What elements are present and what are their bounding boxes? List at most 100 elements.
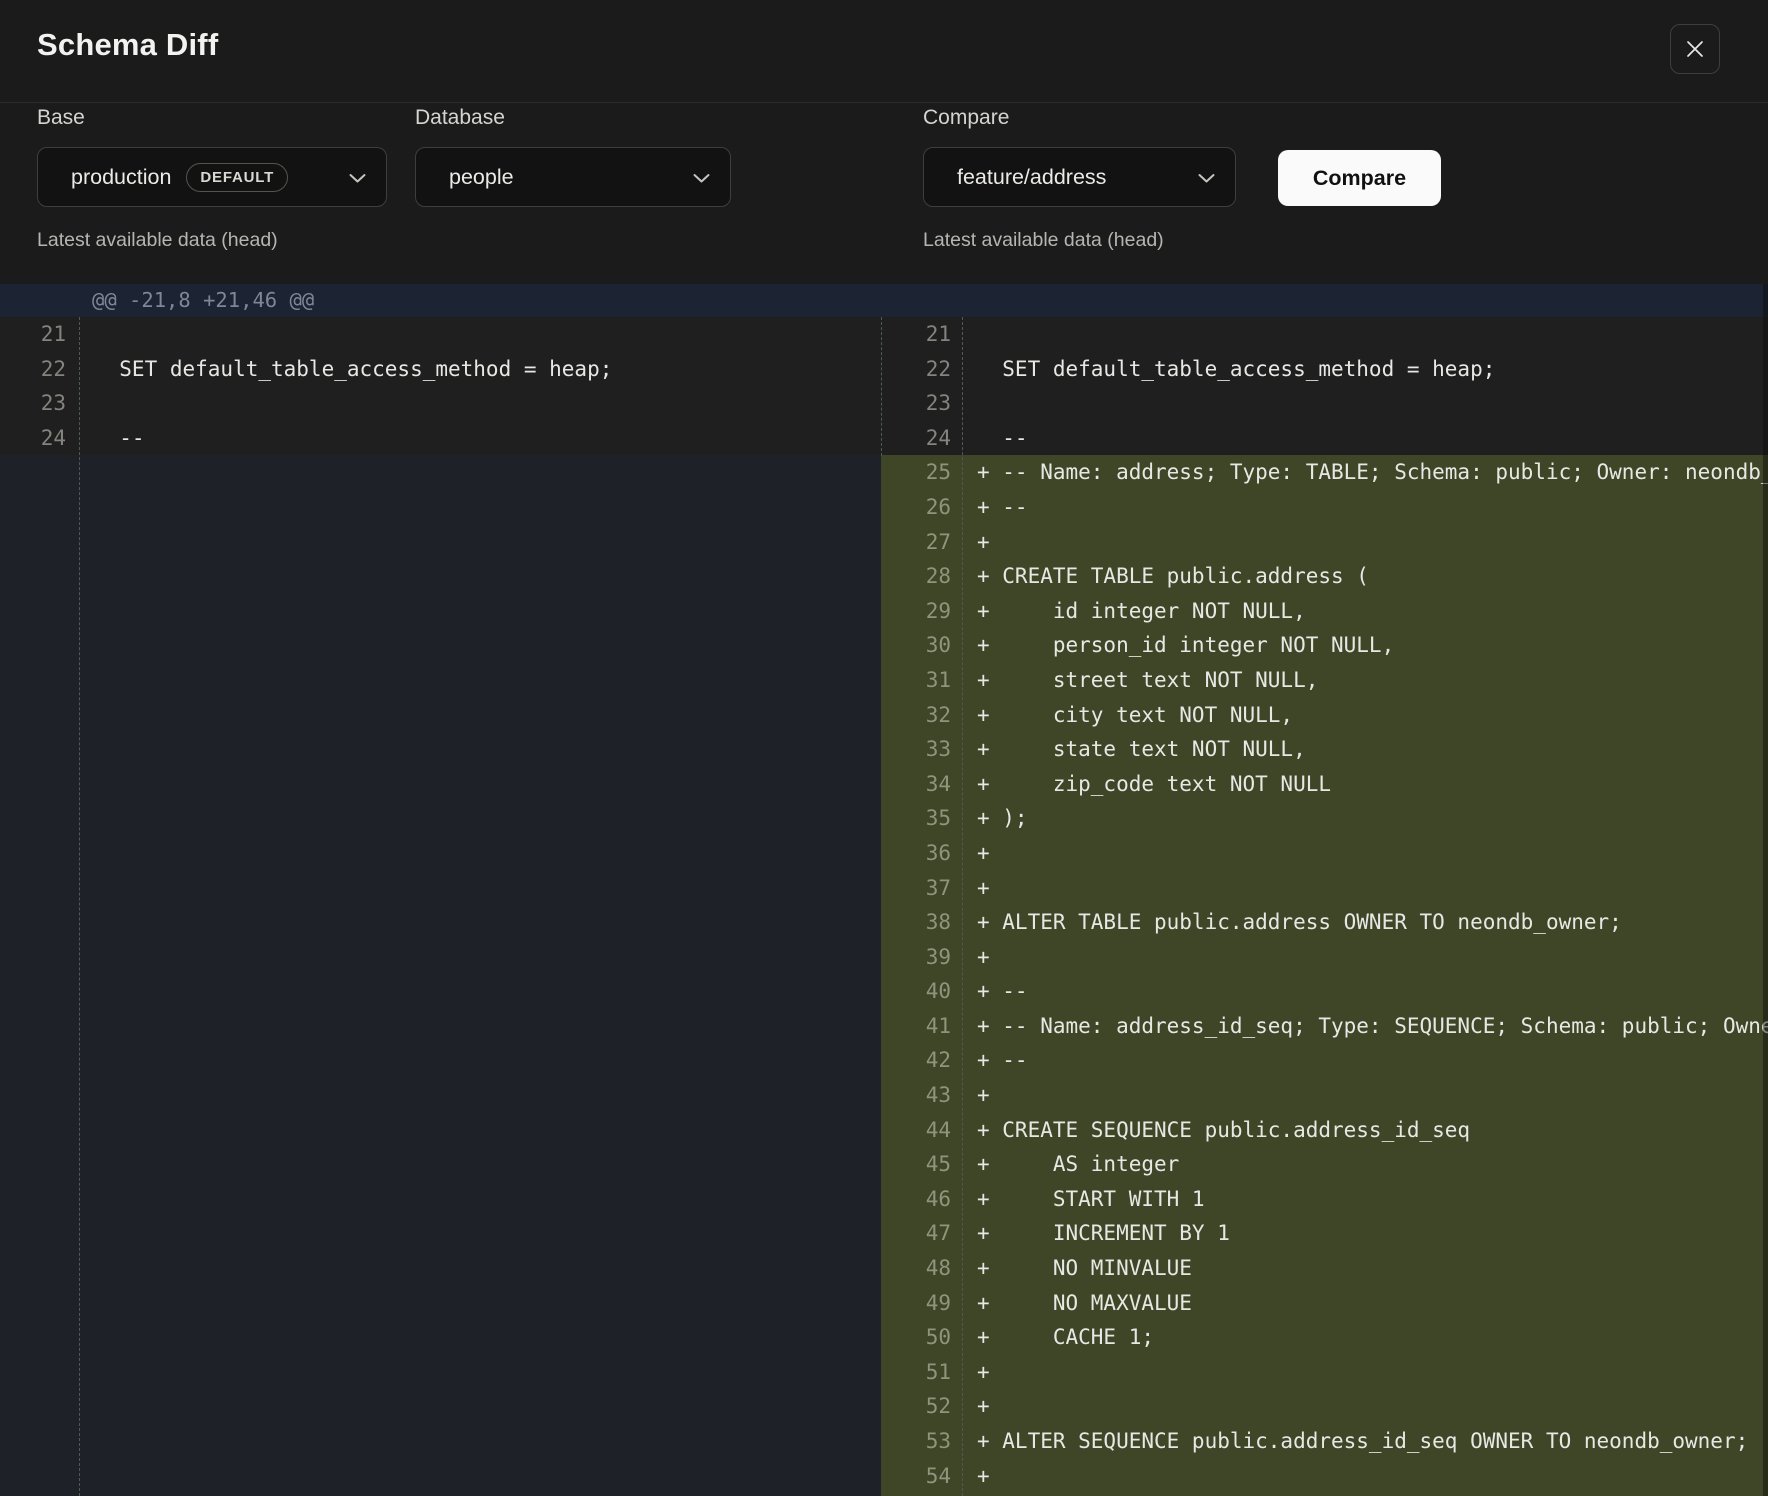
diff-row: 46+ START WITH 1	[881, 1182, 1768, 1217]
code-line: + AS integer	[962, 1147, 1768, 1182]
line-number: 23	[0, 386, 79, 421]
diff-row: 27+	[881, 525, 1768, 560]
diff-row: 52+	[881, 1389, 1768, 1424]
diff-row: 45+ AS integer	[881, 1147, 1768, 1182]
code-line: + NO MINVALUE	[962, 1251, 1768, 1286]
code-line: + zip_code text NOT NULL	[962, 767, 1768, 802]
diff-row: 53+ ALTER SEQUENCE public.address_id_seq…	[881, 1424, 1768, 1459]
code-line: --	[79, 421, 881, 456]
diff-row: 40+ --	[881, 974, 1768, 1009]
schema-diff-viewer: @@ -21,8 +21,46 @@ 21 22 SET default_tab…	[0, 284, 1768, 1496]
diff-row: 26+ --	[881, 490, 1768, 525]
pane-divider	[881, 317, 882, 456]
diff-row: 41+ -- Name: address_id_seq; Type: SEQUE…	[881, 1009, 1768, 1044]
hunk-header: @@ -21,8 +21,46 @@	[0, 284, 1768, 317]
diff-row: 24 --	[0, 421, 881, 456]
line-number: 34	[881, 767, 962, 802]
line-number: 32	[881, 698, 962, 733]
line-number: 31	[881, 663, 962, 698]
chevron-down-icon	[693, 165, 710, 190]
code-line: + --	[962, 1043, 1768, 1078]
code-line: + CREATE SEQUENCE public.address_id_seq	[962, 1113, 1768, 1148]
line-number: 24	[881, 421, 962, 456]
diff-row: 50+ CACHE 1;	[881, 1320, 1768, 1355]
compare-label: Compare	[923, 106, 1009, 130]
diff-row: 49+ NO MAXVALUE	[881, 1286, 1768, 1321]
diff-pane-left-rows: 21 22 SET default_table_access_method = …	[0, 317, 881, 455]
code-line: +	[962, 525, 1768, 560]
diff-row: 21	[881, 317, 1768, 352]
line-number: 40	[881, 974, 962, 1009]
line-number: 29	[881, 594, 962, 629]
line-number: 22	[0, 352, 79, 387]
diff-pane-compare: 21 22 SET default_table_access_method = …	[881, 317, 1768, 1496]
diff-panes: 21 22 SET default_table_access_method = …	[0, 317, 1768, 1496]
base-caption: Latest available data (head)	[37, 229, 278, 252]
diff-row: 22 SET default_table_access_method = hea…	[0, 352, 881, 387]
line-number: 30	[881, 628, 962, 663]
diff-row: 39+	[881, 940, 1768, 975]
line-number: 23	[881, 386, 962, 421]
header-divider	[0, 102, 1768, 103]
code-line: + INCREMENT BY 1	[962, 1216, 1768, 1251]
diff-row: 35+ );	[881, 801, 1768, 836]
gutter-divider	[79, 317, 80, 1496]
diff-row: 21	[0, 317, 881, 352]
code-line: +	[962, 940, 1768, 975]
compare-button[interactable]: Compare	[1278, 150, 1441, 206]
line-number: 33	[881, 732, 962, 767]
diff-row: 47+ INCREMENT BY 1	[881, 1216, 1768, 1251]
base-label: Base	[37, 106, 85, 130]
code-line: SET default_table_access_method = heap;	[79, 352, 881, 387]
diff-row: 25+ -- Name: address; Type: TABLE; Schem…	[881, 455, 1768, 490]
line-number: 44	[881, 1113, 962, 1148]
line-number: 43	[881, 1078, 962, 1113]
diff-pane-right-rows: 21 22 SET default_table_access_method = …	[881, 317, 1768, 1493]
line-number: 21	[881, 317, 962, 352]
code-line: + ALTER TABLE public.address OWNER TO ne…	[962, 905, 1768, 940]
line-number: 51	[881, 1355, 962, 1390]
diff-row: 31+ street text NOT NULL,	[881, 663, 1768, 698]
code-line: + street text NOT NULL,	[962, 663, 1768, 698]
code-line	[962, 317, 1768, 352]
code-line: +	[962, 836, 1768, 871]
code-line: + state text NOT NULL,	[962, 732, 1768, 767]
line-number: 53	[881, 1424, 962, 1459]
line-number: 39	[881, 940, 962, 975]
diff-row: 48+ NO MINVALUE	[881, 1251, 1768, 1286]
line-number: 49	[881, 1286, 962, 1321]
diff-scrollbar[interactable]	[1763, 284, 1768, 1496]
line-number: 37	[881, 871, 962, 906]
chevron-down-icon	[1198, 165, 1215, 190]
compare-branch-select[interactable]: feature/address	[923, 147, 1236, 207]
page-title: Schema Diff	[37, 27, 218, 63]
code-line: + person_id integer NOT NULL,	[962, 628, 1768, 663]
line-number: 36	[881, 836, 962, 871]
database-select[interactable]: people	[415, 147, 731, 207]
line-number: 50	[881, 1320, 962, 1355]
code-line: + NO MAXVALUE	[962, 1286, 1768, 1321]
chevron-down-icon	[349, 165, 366, 190]
diff-pane-base: 21 22 SET default_table_access_method = …	[0, 317, 881, 1496]
line-number: 38	[881, 905, 962, 940]
code-line	[79, 317, 881, 352]
line-number: 21	[0, 317, 79, 352]
line-number: 41	[881, 1009, 962, 1044]
line-number: 45	[881, 1147, 962, 1182]
diff-row: 34+ zip_code text NOT NULL	[881, 767, 1768, 802]
diff-row: 29+ id integer NOT NULL,	[881, 594, 1768, 629]
code-line: + -- Name: address_id_seq; Type: SEQUENC…	[962, 1009, 1768, 1044]
diff-row: 36+	[881, 836, 1768, 871]
diff-row: 28+ CREATE TABLE public.address (	[881, 559, 1768, 594]
line-number: 42	[881, 1043, 962, 1078]
diff-row: 23	[0, 386, 881, 421]
code-line: + CACHE 1;	[962, 1320, 1768, 1355]
code-line: +	[962, 1459, 1768, 1494]
diff-row: 23	[881, 386, 1768, 421]
diff-row: 38+ ALTER TABLE public.address OWNER TO …	[881, 905, 1768, 940]
base-branch-select[interactable]: production DEFAULT	[37, 147, 387, 207]
line-number: 52	[881, 1389, 962, 1424]
default-badge: DEFAULT	[186, 163, 288, 192]
code-line: +	[962, 1355, 1768, 1390]
close-button[interactable]	[1670, 24, 1720, 74]
